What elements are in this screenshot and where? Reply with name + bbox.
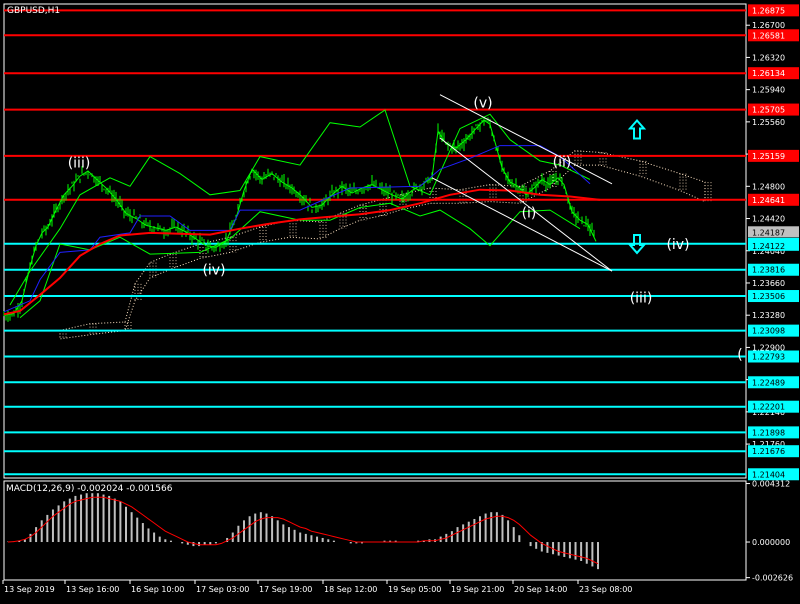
price-tick-label: 1.26700	[752, 21, 785, 30]
up-arrow-icon	[627, 118, 647, 140]
trading-chart-window: 1.267001.263201.259401.255601.251801.248…	[0, 0, 800, 600]
macd-tick-label: -0.002626	[752, 574, 793, 583]
time-axis: 13 Sep 2019 13 Sep 16:00 16 Sep 10:00 17 Se…	[2, 580, 632, 594]
macd-axis: 0.004312 0.000000 -0.002626	[746, 480, 793, 583]
macd-signal-line	[7, 496, 599, 565]
price-line	[3, 119, 597, 316]
macd-title: MACD(12,26,9) -0.002024 -0.001566	[6, 484, 173, 494]
wave-label: (ii)	[553, 155, 572, 171]
time-tick-label: 17 Sep 19:00	[259, 585, 312, 594]
support-price-label: 1.22201	[752, 403, 785, 412]
price-tick-label: 1.24420	[752, 215, 785, 224]
wave-label: (v)	[473, 95, 492, 111]
current-price-label: 1.24187	[752, 228, 785, 237]
time-tick-label: 20 Sep 14:00	[514, 585, 567, 594]
support-price-label: 1.23506	[752, 292, 785, 301]
wave-label: (iv)	[666, 237, 689, 253]
time-tick-label: 23 Sep 08:00	[579, 585, 632, 594]
resistance-price-label: 1.26581	[752, 31, 785, 40]
support-price-label: 1.23816	[752, 266, 785, 275]
wave-label: (iv)	[202, 262, 225, 278]
support-price-label: 1.21404	[752, 470, 785, 479]
cloud-outline	[59, 150, 706, 340]
resistance-price-label: 1.26875	[752, 6, 785, 15]
resistance-price-label: 1.25705	[752, 106, 785, 115]
time-tick-label: 17 Sep 03:00	[196, 585, 249, 594]
channel-lower-line	[439, 137, 613, 272]
resistance-price-label: 1.26134	[752, 69, 785, 78]
time-tick-label: 19 Sep 21:00	[451, 585, 504, 594]
time-tick-label: 13 Sep 16:00	[66, 585, 119, 594]
price-tick-label: 1.24800	[752, 182, 785, 191]
wave-label: (iii)	[630, 290, 653, 306]
price-tick-label: 1.26320	[752, 53, 785, 62]
wave-label: (i)	[522, 206, 537, 222]
macd-tick-label: 0.004312	[752, 480, 790, 489]
support-price-label: 1.21898	[752, 428, 785, 437]
time-tick-label: 18 Sep 12:00	[324, 585, 377, 594]
time-tick-label: 13 Sep 2019	[4, 585, 55, 594]
resistance-price-label: 1.24641	[752, 196, 785, 205]
macd-tick-label: 0.000000	[752, 538, 790, 547]
chart-canvas[interactable]: 1.267001.263201.259401.255601.251801.248…	[0, 0, 800, 600]
time-tick-label: 16 Sep 10:00	[131, 585, 184, 594]
current-price-label: 1.24122	[752, 242, 785, 251]
support-price-label: 1.22489	[752, 378, 785, 387]
price-tick-label: 1.23660	[752, 279, 785, 288]
symbol-label: GBPUSD,H1	[7, 6, 60, 16]
support-price-label: 1.21676	[752, 447, 785, 456]
cloud-band	[59, 150, 712, 340]
support-price-label: 1.23098	[752, 327, 785, 336]
support-price-label: 1.22793	[752, 352, 785, 361]
resistance-price-label: 1.25159	[752, 152, 785, 161]
arrow-shape	[627, 118, 647, 140]
wave-label: (	[737, 347, 742, 363]
green-upper-line	[9, 109, 591, 306]
time-tick-label: 19 Sep 05:00	[388, 585, 441, 594]
green-lower-line	[19, 202, 581, 319]
macd-histogram	[7, 493, 599, 570]
price-tick-label: 1.25560	[752, 118, 785, 127]
price-tick-label: 1.25940	[752, 86, 785, 95]
wave-label: (iii)	[68, 156, 91, 172]
price-tick-label: 1.23280	[752, 311, 785, 320]
